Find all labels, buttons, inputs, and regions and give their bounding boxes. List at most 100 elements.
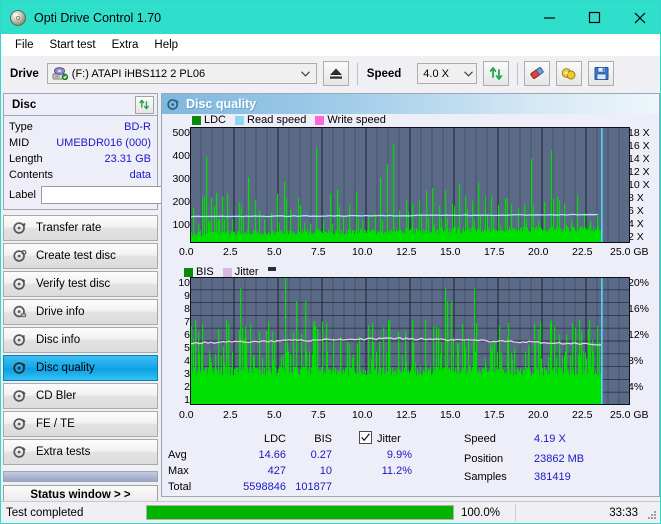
legend-marker-box	[267, 267, 276, 271]
speed-value: 4.0 X	[423, 67, 449, 80]
ldc-xtick-7: 17.5	[484, 246, 505, 258]
ldc-ytick-300: 300	[172, 173, 190, 185]
results-row-label-avg: Avg	[168, 449, 187, 461]
bis-plot-area	[190, 277, 630, 405]
maximize-icon[interactable]	[572, 1, 617, 34]
sidebar-item-fe-te[interactable]: FE / TE	[3, 411, 158, 437]
disc-row-contents: Contents data	[4, 167, 157, 183]
bis-xtick-6: 15.0	[440, 409, 461, 421]
eject-button[interactable]	[322, 61, 349, 86]
results-avg-ldc: 14.66	[258, 449, 286, 461]
resize-grip[interactable]	[647, 510, 657, 520]
ldc-chart-legend: LDC Read speed Write speed	[192, 114, 395, 126]
bis-xtick-9: 22.5	[572, 409, 593, 421]
ldc-xtick-3: 7.5	[311, 246, 326, 258]
ldc-y2tick-14x: 14 X	[628, 153, 650, 165]
samples-value: 381419	[534, 471, 571, 483]
disc-quality-icon	[9, 361, 31, 375]
ldc-xtick-5: 12.5	[396, 246, 417, 258]
sidebar-item-label: Transfer rate	[36, 222, 102, 234]
content-title: Disc quality	[186, 97, 257, 111]
bis-ytick-6: 6	[184, 329, 190, 341]
sidebar-item-extra-tests[interactable]: Extra tests	[3, 439, 158, 465]
close-icon[interactable]	[617, 1, 660, 34]
position-label: Position	[464, 453, 504, 465]
erase-button[interactable]	[524, 61, 551, 86]
app-disc-icon	[9, 9, 27, 27]
sidebar-item-label: Extra tests	[36, 446, 91, 458]
sidebar-item-disc-info[interactable]: Disc info	[3, 327, 158, 353]
disc-test-icon	[9, 389, 31, 403]
bis-xtick-7: 17.5	[484, 409, 505, 421]
disc-row-key: Contents	[9, 169, 54, 181]
disc-test-icon	[9, 445, 31, 459]
speed-select[interactable]: 4.0 X	[417, 63, 478, 84]
results-max-bis: 10	[319, 465, 332, 477]
minimize-icon[interactable]	[527, 1, 572, 34]
disc-info-icon	[9, 333, 31, 347]
sidebar-item-create-test-disc[interactable]: Create test disc	[3, 243, 158, 269]
sidebar-item-label: Disc quality	[36, 362, 95, 374]
ldc-ytick-100: 100	[172, 219, 190, 231]
bis-ytick-9: 9	[184, 290, 190, 302]
legend-label-read-speed: Read speed	[247, 114, 307, 126]
progress-fill	[147, 506, 453, 519]
ldc-y2tick-16x: 16 X	[628, 140, 650, 152]
refresh-button[interactable]	[483, 61, 510, 86]
bis-ytick-4: 4	[184, 355, 190, 367]
bis-xtick-0: 0.0	[179, 409, 194, 421]
disc-row-value: 23.31 GB	[104, 153, 151, 165]
sidebar-item-label: Drive info	[36, 306, 85, 318]
results-col-ldc: LDC	[263, 433, 286, 445]
samples-label: Samples	[464, 471, 507, 483]
chevron-down-icon	[298, 64, 314, 83]
menu-start-test[interactable]: Start test	[42, 37, 104, 53]
disc-row-value: UMEBDR016 (000)	[56, 137, 151, 149]
sidebar-item-verify-test-disc[interactable]: Verify test disc	[3, 271, 158, 297]
results-avg-bis: 0.27	[310, 449, 332, 461]
ldc-xtick-6: 15.0	[440, 246, 461, 258]
legend-swatch-read-speed	[235, 115, 245, 125]
ldc-xtick-8: 20.0	[528, 246, 549, 258]
ldc-xtick-9: 22.5	[572, 246, 593, 258]
left-panel: Disc Type BD-R MID UMEBDR016 (000) Lengt…	[3, 93, 244, 505]
tools-button[interactable]	[556, 61, 583, 86]
bis-jitter-chart: BIS Jitter 10 9 8 7 6 5 4 3 2 1 20% 16% …	[162, 266, 659, 421]
bis-ytick-3: 3	[184, 368, 190, 380]
save-button[interactable]	[588, 61, 615, 86]
sidebar-item-cd-bler[interactable]: CD Bler	[3, 383, 158, 409]
ldc-ytick-400: 400	[172, 150, 190, 162]
results-row-label-total: Total	[168, 481, 192, 493]
drive-select[interactable]: (F:) ATAPI iHBS112 2 PL06	[46, 63, 317, 84]
title-bar: Opti Drive Control 1.70	[1, 1, 660, 34]
bis-xtick-3: 7.5	[311, 409, 326, 421]
bis-y2tick-16: 16%	[628, 303, 650, 315]
disc-quality-icon	[167, 98, 180, 111]
legend-swatch-ldc	[192, 115, 201, 125]
menu-help[interactable]: Help	[146, 37, 186, 53]
ldc-xtick-0: 0.0	[179, 246, 194, 258]
drive-icon	[52, 66, 68, 81]
ldc-y2tick-18x: 18 X	[628, 127, 650, 139]
disc-test-icon	[9, 249, 31, 263]
results-total-ldc: 5598846	[243, 481, 286, 493]
ldc-y2tick-6x: 6 X	[628, 205, 644, 217]
menu-extra[interactable]: Extra	[104, 37, 147, 53]
disc-row-length: Length 23.31 GB	[4, 151, 157, 167]
progress-bar	[146, 505, 454, 520]
sidebar-item-disc-quality[interactable]: Disc quality	[3, 355, 158, 381]
toolbar-divider	[356, 62, 358, 85]
legend-swatch-jitter	[222, 267, 232, 277]
menu-file[interactable]: File	[7, 37, 42, 53]
ldc-plot-area	[190, 127, 630, 243]
sidebar-item-drive-info[interactable]: Drive info	[3, 299, 158, 325]
legend-swatch-bis	[184, 267, 193, 277]
sidebar-item-transfer-rate[interactable]: Transfer rate	[3, 215, 158, 241]
disc-refresh-button[interactable]	[135, 95, 154, 114]
drive-label: Drive	[10, 67, 39, 80]
disc-box-header: Disc	[4, 94, 157, 116]
ldc-y2tick-4x: 4 X	[628, 218, 644, 230]
content-header: Disc quality	[162, 94, 659, 114]
results-row-label-max: Max	[168, 465, 189, 477]
jitter-checkbox[interactable]	[359, 431, 372, 444]
